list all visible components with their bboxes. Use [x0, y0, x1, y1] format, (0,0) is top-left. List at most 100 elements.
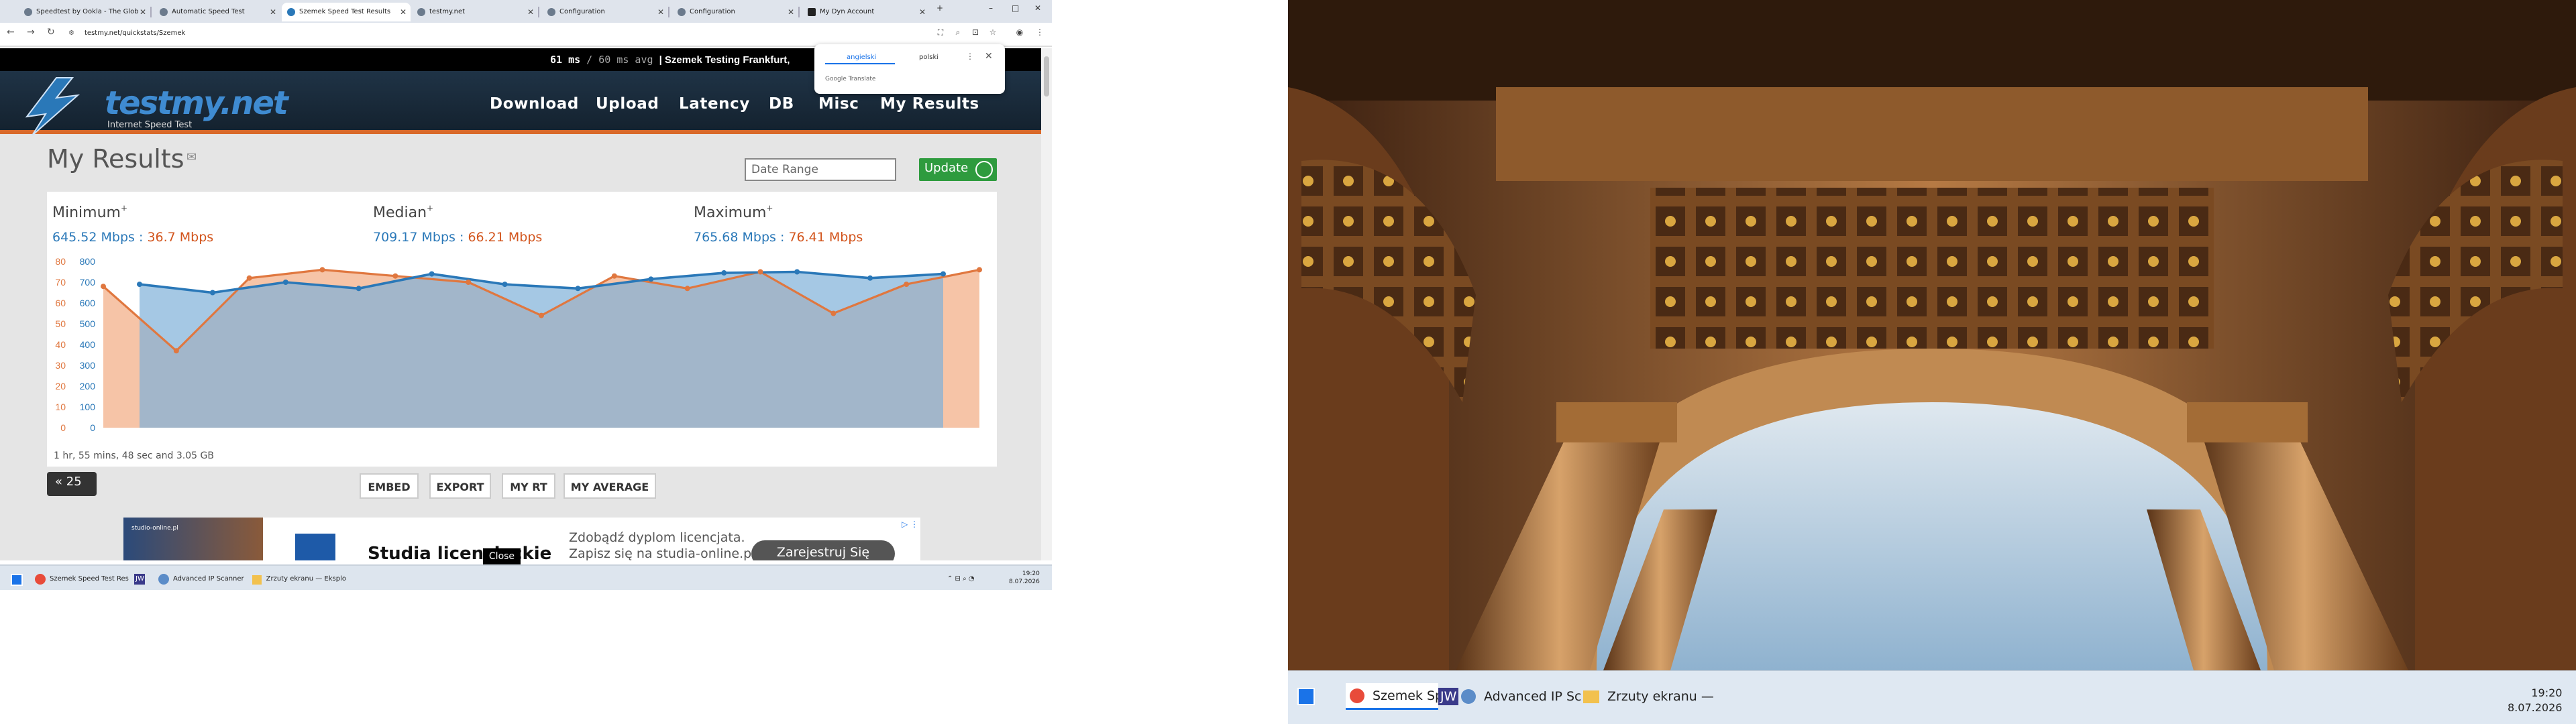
maximize-icon[interactable]: □: [1012, 4, 1019, 13]
tab-close-icon[interactable]: ✕: [270, 7, 276, 17]
translate-popup: angielski polski Google Translate ⋮ ✕: [814, 44, 1005, 94]
ad-close-button[interactable]: Close: [483, 548, 521, 564]
tab-configuration-1[interactable]: Configuration ✕: [542, 3, 668, 21]
email-icon[interactable]: ✉: [186, 152, 197, 165]
stat-separator: :: [455, 231, 468, 245]
ad-cta-button[interactable]: Zarejestruj Się: [751, 540, 895, 560]
stat-upload-value: 76.41 Mbps: [788, 231, 863, 245]
taskbar-label: Szemek Speed Test Res: [50, 575, 129, 583]
translate-target-lang[interactable]: polski: [919, 54, 938, 62]
menu-kebab-icon[interactable]: ⋮: [1034, 28, 1045, 39]
forward-icon[interactable]: →: [27, 27, 35, 38]
left-monitor: Speedtest by Ookla - The Glob ✕ Automatic…: [0, 0, 1288, 724]
tab-szemek-results[interactable]: Szemek Speed Test Results ✕: [282, 3, 411, 21]
minimize-icon[interactable]: –: [989, 4, 993, 13]
tab-configuration-2[interactable]: Configuration ✕: [672, 3, 798, 21]
nav-misc[interactable]: Misc: [818, 94, 859, 113]
tab-close-icon[interactable]: ✕: [140, 7, 146, 17]
y-tick-label-download: 400: [80, 339, 96, 350]
taskbar-ip-scanner[interactable]: Advanced IP Scanner: [158, 570, 247, 589]
stat-download-value: 709.17 Mbps: [373, 231, 455, 245]
right-taskbar: Szemek Speed Test Res JW Advanced IP Sca…: [1288, 670, 2576, 724]
ad-choices-icon[interactable]: ▷ ⋮: [902, 520, 918, 530]
right-taskbar-jw[interactable]: JW: [1438, 683, 1459, 710]
page-back-button[interactable]: « 25: [47, 472, 97, 496]
site-info-icon[interactable]: ⚙: [68, 29, 74, 38]
new-tab-icon[interactable]: +: [936, 4, 943, 13]
stat-median-label: Median+: [373, 204, 434, 221]
back-icon[interactable]: ←: [7, 27, 15, 38]
left-screen: Speedtest by Ookla - The Glob ✕ Automatic…: [0, 0, 1288, 724]
translate-icon[interactable]: ⛶: [935, 28, 946, 39]
taskbar-label: Zrzuty ekranu — Eksplo: [266, 575, 346, 583]
ad-subline-2: Zapisz się na studia-online.pl: [569, 547, 755, 560]
y-tick-label-download: 500: [80, 318, 96, 329]
ad-banner[interactable]: studio-online.pl Studia licencjackie Zdo…: [123, 518, 920, 560]
profile-icon[interactable]: ◉: [1014, 28, 1025, 39]
taskbar-explorer[interactable]: Zrzuty ekranu — Eksplo: [252, 570, 346, 589]
right-clock[interactable]: 19:20 8.07.2026: [2508, 686, 2562, 715]
export-button[interactable]: EXPORT: [429, 473, 491, 499]
right-monitor: Szemek Speed Test Res JW Advanced IP Sca…: [1288, 0, 2576, 724]
my-rt-button[interactable]: MY RT: [502, 473, 555, 499]
translate-active-underline: [825, 63, 895, 64]
taskbar-jw[interactable]: JW: [134, 570, 146, 589]
bookmark-star-icon[interactable]: ☆: [987, 28, 998, 39]
tab-close-icon[interactable]: ✕: [788, 7, 794, 17]
left-clock[interactable]: 19:20 8.07.2026: [1009, 571, 1040, 587]
ping-average: 60 ms avg: [598, 54, 653, 66]
tab-testmy[interactable]: testmy.net ✕: [412, 3, 538, 21]
upload-point: [757, 269, 763, 275]
nav-download[interactable]: Download: [490, 94, 579, 113]
date-range-input[interactable]: Date Range: [745, 158, 896, 181]
jw-icon: JW: [134, 574, 146, 585]
tab-close-icon[interactable]: ✕: [400, 7, 407, 17]
y-tick-label-download: 0: [90, 422, 95, 433]
jw-icon: JW: [1438, 688, 1459, 705]
right-taskbar-chrome[interactable]: Szemek Speed Test Res: [1346, 683, 1438, 710]
tab-my-dyn-account[interactable]: My Dyn Account ✕: [802, 3, 930, 21]
nav-my-results[interactable]: My Results: [880, 94, 979, 113]
embed-button[interactable]: EMBED: [360, 473, 419, 499]
nav-db[interactable]: DB: [769, 94, 794, 113]
page-scrollbar[interactable]: [1041, 48, 1052, 560]
translate-close-icon[interactable]: ✕: [985, 51, 993, 62]
y-tick-label-upload: 80: [55, 256, 66, 267]
update-button[interactable]: Update: [919, 158, 997, 181]
tab-close-icon[interactable]: ✕: [657, 7, 664, 17]
nav-latency[interactable]: Latency: [679, 94, 750, 113]
reload-icon[interactable]: ↻: [47, 27, 55, 38]
url-field[interactable]: testmy.net/quickstats/Szemek: [85, 29, 185, 38]
tab-automatic-speed-test[interactable]: Automatic Speed Test ✕: [154, 3, 280, 21]
right-taskbar-explorer[interactable]: Zrzuty ekranu — Eksplo: [1583, 683, 1715, 710]
stat-label: Median: [373, 204, 427, 221]
window-close-icon[interactable]: ✕: [1034, 4, 1041, 13]
translate-source-lang[interactable]: angielski: [847, 54, 876, 62]
site-logo[interactable]: testmy.net: [105, 84, 288, 122]
tab-title: Configuration: [559, 8, 605, 16]
my-average-button[interactable]: MY AVERAGE: [564, 473, 656, 499]
right-taskbar-ip-scanner[interactable]: Advanced IP Scanner: [1461, 683, 1582, 710]
clock-date: 8.07.2026: [1009, 579, 1040, 586]
tab-separator: [538, 7, 539, 17]
stat-label: Maximum: [694, 204, 767, 221]
left-taskbar: Szemek Speed Test Res JW Advanced IP Sca…: [0, 564, 1052, 590]
upload-point: [539, 312, 544, 318]
tab-favicon-icon: [808, 8, 816, 16]
install-icon[interactable]: ⊡: [970, 28, 981, 39]
scrollbar-thumb[interactable]: [1044, 56, 1049, 97]
tab-close-icon[interactable]: ✕: [527, 7, 534, 17]
tray-icons[interactable]: ⌃ ⊟ ⌕ ◔: [947, 570, 975, 589]
y-tick-label-upload: 60: [55, 298, 66, 308]
download-point: [502, 282, 508, 288]
start-button[interactable]: [11, 570, 23, 589]
zoom-icon[interactable]: ⌕: [953, 28, 963, 39]
taskbar-chrome[interactable]: Szemek Speed Test Res: [35, 570, 129, 589]
upload-point: [904, 282, 910, 288]
nav-upload[interactable]: Upload: [596, 94, 659, 113]
translate-menu-icon[interactable]: ⋮: [966, 52, 974, 62]
tab-speedtest[interactable]: Speedtest by Ookla - The Glob ✕: [19, 3, 150, 21]
stat-median-values: 709.17 Mbps : 66.21 Mbps: [373, 231, 542, 245]
tab-close-icon[interactable]: ✕: [919, 7, 926, 17]
right-start-button[interactable]: [1297, 683, 1315, 710]
